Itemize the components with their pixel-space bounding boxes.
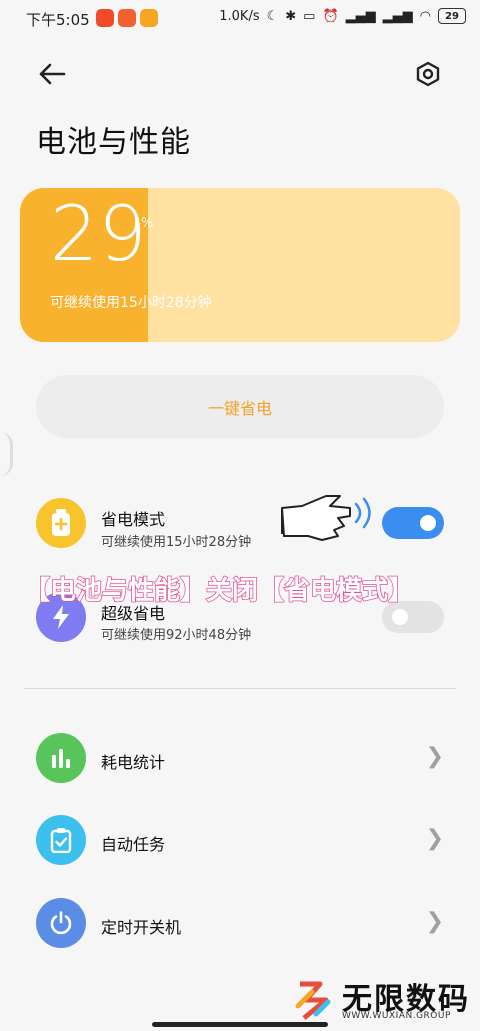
clipboard-check-icon (50, 828, 72, 853)
tool-title: 自动任务 (101, 835, 166, 854)
bar-chart-icon (36, 733, 86, 783)
alarm-icon: ⏰ (322, 8, 339, 24)
chevron-right-icon: ❯ (425, 909, 444, 934)
app-notification-icon (96, 9, 114, 27)
bar-chart-icon (52, 749, 70, 768)
mode-subtitle: 可继续使用92小时48分钟 (101, 628, 252, 643)
chevron-right-icon: ❯ (425, 744, 444, 769)
power-icon (50, 911, 72, 935)
status-time: 下午5:05 (26, 11, 90, 29)
battery-percent: 29 (50, 189, 147, 278)
battery-plus-icon (52, 509, 70, 536)
edge-swipe-handle (0, 432, 13, 476)
tap-hand-icon (281, 495, 371, 541)
one-key-save-button[interactable]: 一键省电 (36, 375, 444, 438)
status-bar: 下午5:05 1.0K/s ☾ ✱ ▭ ⏰ ▂▄▆ ▂▄▆ ◠ 29 (0, 0, 480, 36)
watermark-logo: 无限数码 WWW.WUXIAN.GROUP (290, 974, 470, 1024)
arrow-left-icon (39, 63, 66, 85)
chevron-right-icon: ❯ (425, 826, 444, 851)
back-button[interactable] (32, 54, 72, 94)
settings-button[interactable] (408, 54, 448, 94)
signal-icon: ▂▄▆ (382, 8, 413, 24)
mode-title: 省电模式 (101, 510, 166, 529)
power-saving-toggle[interactable] (382, 507, 444, 539)
battery-plus-icon (36, 498, 86, 548)
hexagon-gear-icon (416, 61, 440, 87)
app-notification-icon (118, 9, 136, 27)
divider (24, 688, 456, 689)
clipboard-check-icon (36, 815, 86, 865)
watermark-site: WWW.WUXIAN.GROUP (342, 1011, 451, 1021)
page-title: 电池与性能 (36, 125, 191, 160)
bluetooth-icon: ✱ (285, 8, 297, 24)
network-speed: 1.0K/s (219, 8, 260, 24)
mode-subtitle: 可继续使用15小时28分钟 (101, 535, 252, 550)
vibrate-icon: ▭ (303, 8, 316, 24)
wuxian-logo-icon (295, 981, 331, 1020)
power-icon (36, 898, 86, 948)
app-notification-icon (140, 9, 158, 27)
toggle-knob (392, 609, 408, 625)
percent-sign: % (141, 216, 154, 231)
toggle-knob (420, 515, 436, 531)
signal-icon: ▂▄▆ (345, 8, 376, 24)
tool-title: 耗电统计 (101, 753, 166, 772)
wifi-icon: ◠ (419, 8, 431, 24)
status-indicators: 1.0K/s ☾ ✱ ▭ ⏰ ▂▄▆ ▂▄▆ ◠ 29 (219, 8, 466, 24)
tutorial-caption: 【电池与性能】关闭【省电模式】 (23, 575, 415, 607)
lightning-icon (53, 605, 69, 629)
home-indicator[interactable] (152, 1022, 328, 1027)
battery-icon: 29 (438, 8, 466, 24)
remaining-time: 可继续使用15小时28分钟 (50, 295, 212, 311)
moon-icon: ☾ (266, 8, 279, 24)
tool-title: 定时开关机 (101, 918, 182, 937)
